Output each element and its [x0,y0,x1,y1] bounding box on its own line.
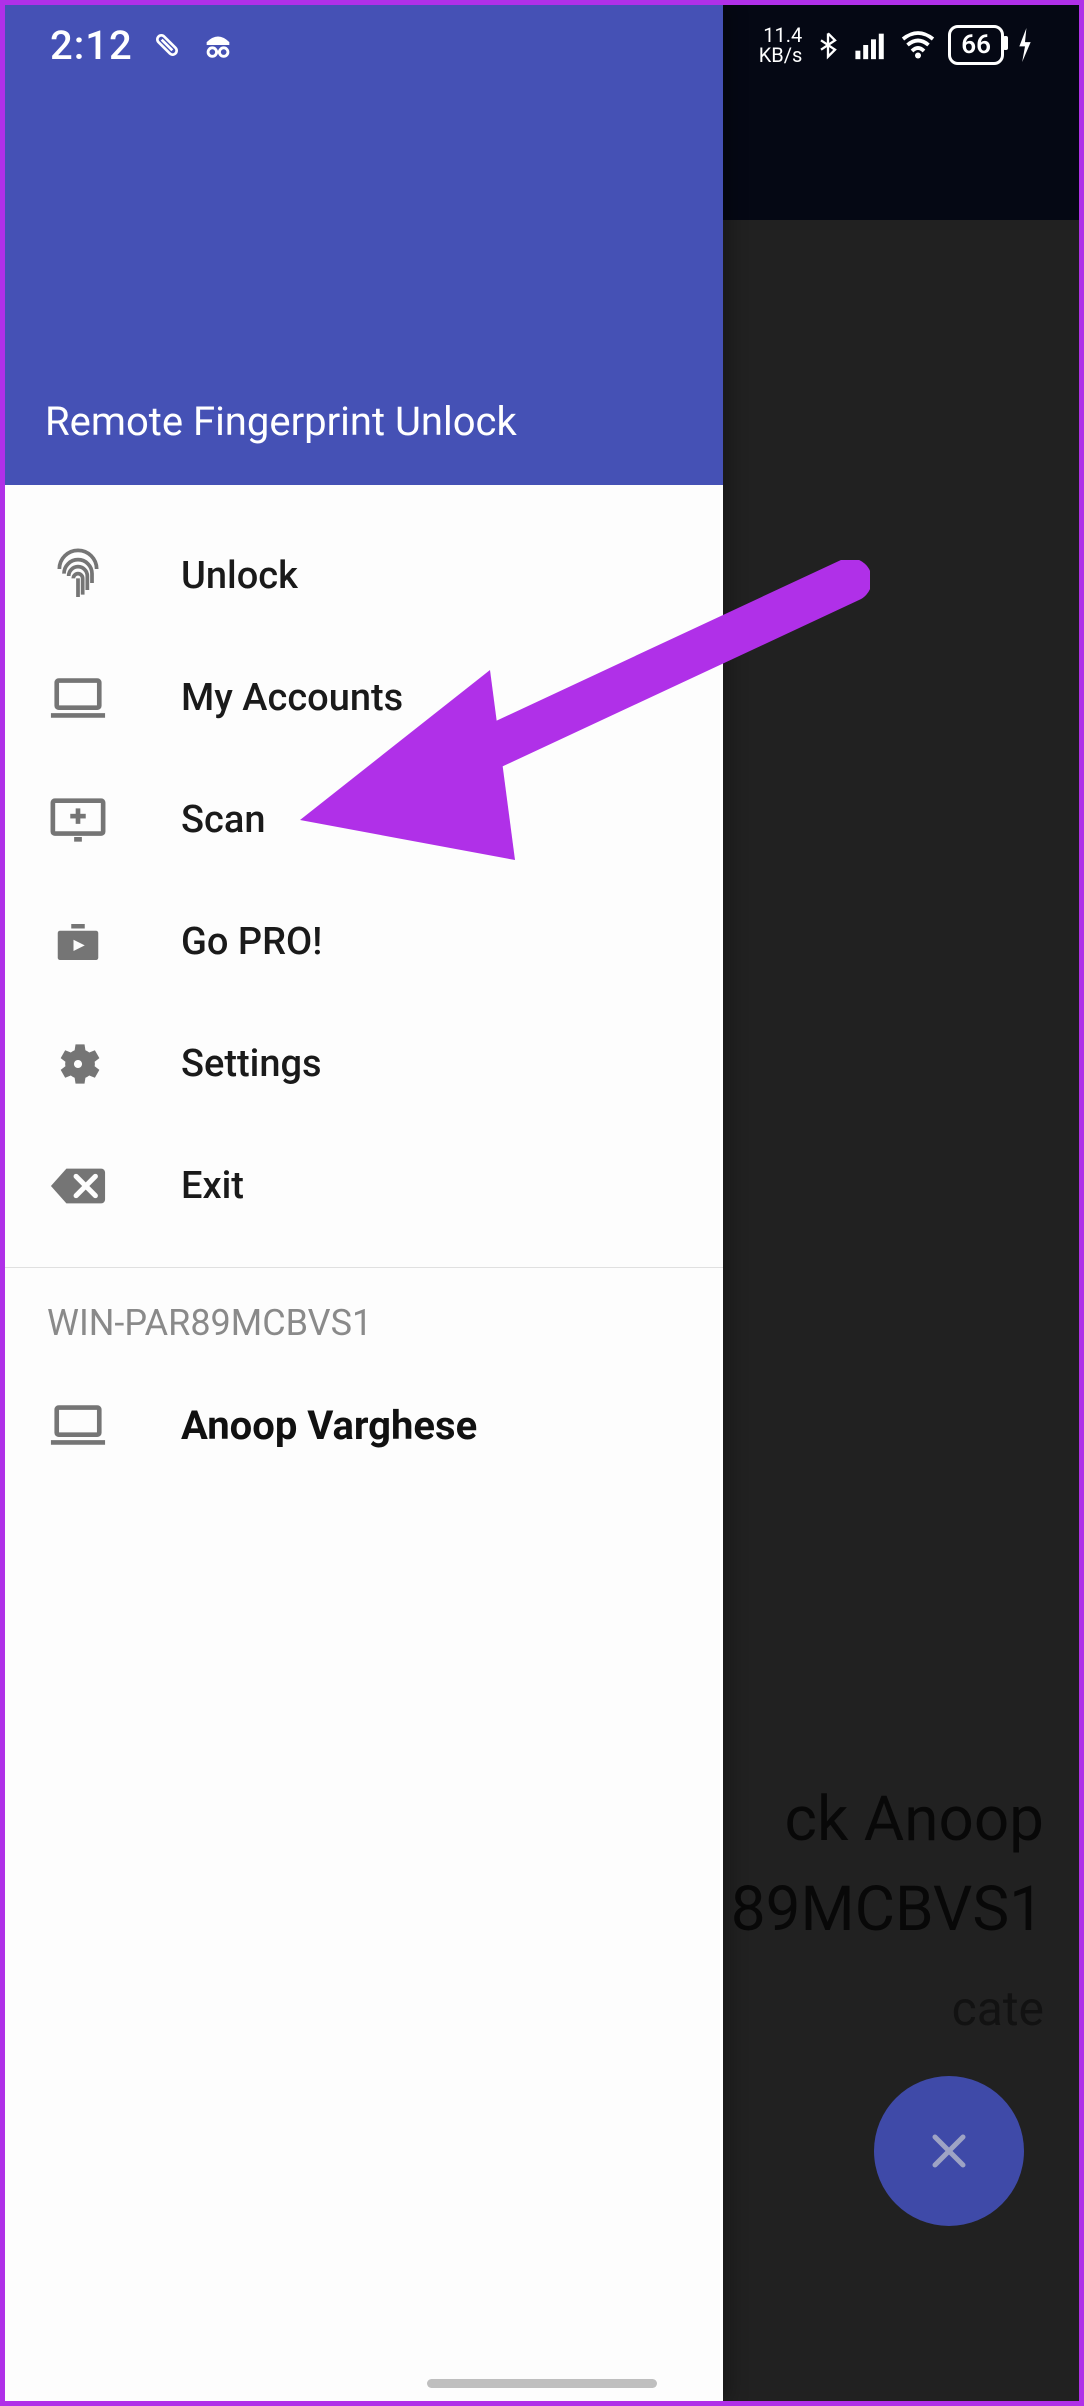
status-time: 2:12 [50,22,133,69]
bandage-icon [151,29,183,61]
account-label: Anoop Varghese [181,1402,477,1449]
charging-icon [1016,28,1034,62]
signal-icon [854,30,888,60]
nav-item-label: Settings [181,1042,322,1086]
nav-item-scan[interactable]: Scan [5,759,723,881]
battery-indicator: 66 [948,25,1004,65]
incognito-icon [201,28,235,62]
nav-item-label: Unlock [181,554,298,598]
nav-item-unlock[interactable]: Unlock [5,515,723,637]
nav-item-my-accounts[interactable]: My Accounts [5,637,723,759]
close-icon [925,2127,973,2175]
wifi-icon [900,30,936,60]
status-bar: 2:12 11.4KB/s 66 [5,5,1079,85]
nav-item-exit[interactable]: Exit [5,1125,723,1247]
drawer-title: Remote Fingerprint Unlock [45,398,517,445]
fab-close-button[interactable] [874,2076,1024,2226]
laptop-icon [47,667,109,729]
account-item[interactable]: Anoop Varghese [5,1364,723,1486]
gesture-nav-pill[interactable] [427,2379,657,2388]
nav-item-go-pro[interactable]: Go PRO! [5,881,723,1003]
nav-item-label: Scan [181,798,265,842]
add-screen-icon [47,789,109,851]
network-speed: 11.4KB/s [759,25,803,65]
backspace-icon [47,1155,109,1217]
fingerprint-icon [47,545,109,607]
laptop-icon [47,1394,109,1456]
nav-item-label: Exit [181,1164,244,1208]
bluetooth-icon [814,28,842,62]
navigation-drawer: Remote Fingerprint Unlock Unlock [5,5,723,2401]
nav-item-label: Go PRO! [181,920,322,964]
nav-item-label: My Accounts [181,676,403,720]
nav-item-settings[interactable]: Settings [5,1003,723,1125]
gear-icon [47,1033,109,1095]
drawer-menu-list: Unlock My Accounts Scan [5,485,723,1247]
shop-icon [47,911,109,973]
section-computer-label: WIN-PAR89MCBVS1 [5,1268,723,1364]
